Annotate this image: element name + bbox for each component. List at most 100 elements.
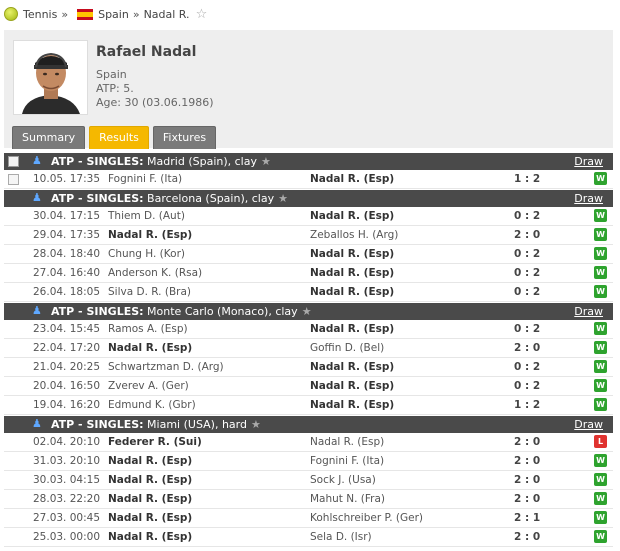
home-player: Chung H. (Kor) [108,248,185,260]
home-player: Nadal R. (Esp) [108,229,193,241]
match-score: 0 : 2 [514,248,541,260]
match-row[interactable]: 27.03. 00:45 Nadal R. (Esp) Kohlschreiber … [4,509,613,528]
home-player: Fognini F. (Ita) [108,173,183,185]
match-time: 28.03. 22:20 [33,493,100,505]
tournament-name: Miami (USA), hard [147,418,247,431]
away-player: Sela D. (Isr) [310,531,372,543]
match-row[interactable]: 27.04. 16:40 Anderson K. (Rsa) Nadal R. (E… [4,264,613,283]
match-time: 02.04. 20:10 [33,436,100,448]
match-row[interactable]: 10.05. 17:35 Fognini F. (Ita) Nadal R. (Es… [4,170,613,189]
match-row[interactable]: 02.04. 20:10 Federer R. (Sui) Nadal R. (Es… [4,433,613,452]
away-player: Nadal R. (Esp) [310,380,395,392]
tournament-header: ♟ ATP - SINGLES: Madrid (Spain), clay ★ Dra… [4,153,613,170]
tournament-title: ATP - SINGLES: Madrid (Spain), clay ★ [51,155,271,168]
tournament-header: ♟ ATP - SINGLES: Barcelona (Spain), clay ★… [4,190,613,207]
favorite-star-icon[interactable]: ★ [261,155,271,168]
match-score: 1 : 2 [514,173,541,185]
win-badge: W [594,247,607,260]
tournament-title: ATP - SINGLES: Barcelona (Spain), clay ★ [51,192,288,205]
match-row[interactable]: 26.04. 18:05 Silva D. R. (Bra) Nadal R. (E… [4,283,613,302]
favorite-star-icon[interactable]: ★ [302,305,312,318]
breadcrumb: Tennis » Spain » Nadal R. ☆ [4,4,207,24]
match-time: 19.04. 16:20 [33,399,100,411]
away-player: Fognini F. (Ita) [310,455,385,467]
tab-results[interactable]: Results [89,126,149,149]
tab-fixtures[interactable]: Fixtures [152,126,217,149]
match-score: 2 : 0 [514,342,541,354]
match-score: 0 : 2 [514,323,541,335]
tennis-ball-icon [4,7,18,21]
match-row[interactable]: 31.03. 20:10 Nadal R. (Esp) Fognini F. (It… [4,452,613,471]
match-score: 0 : 2 [514,286,541,298]
match-row[interactable]: 23.04. 15:45 Ramos A. (Esp) Nadal R. (Esp)… [4,320,613,339]
breadcrumb-country[interactable]: Spain [98,8,129,21]
match-row[interactable]: 29.04. 17:35 Nadal R. (Esp) Zeballos H. (A… [4,226,613,245]
match-score: 0 : 2 [514,267,541,279]
match-score: 1 : 2 [514,399,541,411]
away-player: Nadal R. (Esp) [310,248,395,260]
away-player: Kohlschreiber P. (Ger) [310,512,423,524]
tournament-category: ATP - SINGLES: [51,418,144,431]
match-score: 2 : 0 [514,436,541,448]
match-row[interactable]: 28.04. 18:40 Chung H. (Kor) Nadal R. (Esp)… [4,245,613,264]
draw-link[interactable]: Draw [574,418,603,431]
tournament-title: ATP - SINGLES: Monte Carlo (Monaco), cla… [51,305,312,318]
match-score: 0 : 2 [514,210,541,222]
match-row[interactable]: 19.04. 16:20 Edmund K. (Gbr) Nadal R. (Esp… [4,396,613,415]
win-badge: W [594,379,607,392]
draw-link[interactable]: Draw [574,155,603,168]
match-time: 30.03. 04:15 [33,474,100,486]
away-player: Zeballos H. (Arg) [310,229,399,241]
match-score: 2 : 0 [514,229,541,241]
win-badge: W [594,172,607,185]
breadcrumb-separator: » [61,7,69,21]
match-row[interactable]: 30.03. 04:15 Nadal R. (Esp) Sock J. (Usa) 2… [4,471,613,490]
match-row[interactable]: 25.03. 00:00 Nadal R. (Esp) Sela D. (Isr) 2… [4,528,613,547]
match-checkbox[interactable] [8,174,19,185]
away-player: Nadal R. (Esp) [310,267,395,279]
draw-link[interactable]: Draw [574,192,603,205]
match-time: 29.04. 17:35 [33,229,100,241]
tournament-header: ♟ ATP - SINGLES: Miami (USA), hard ★ Draw [4,416,613,433]
pin-icon[interactable]: ♟ [32,154,42,167]
match-row[interactable]: 30.04. 17:15 Thiem D. (Aut) Nadal R. (Esp)… [4,207,613,226]
away-player: Sock J. (Usa) [310,474,376,486]
favorite-star-icon[interactable]: ★ [278,192,288,205]
win-badge: W [594,285,607,298]
home-player: Nadal R. (Esp) [108,531,193,543]
match-time: 27.03. 00:45 [33,512,100,524]
tournament-name: Monte Carlo (Monaco), clay [147,305,298,318]
player-ranking: ATP: 5. [96,82,134,95]
away-player: Nadal R. (Esp) [310,436,385,448]
favorite-star-icon[interactable]: ★ [251,418,261,431]
tournament-category: ATP - SINGLES: [51,155,144,168]
match-row[interactable]: 21.04. 20:25 Schwartzman D. (Arg) Nadal R.… [4,358,613,377]
match-time: 31.03. 20:10 [33,455,100,467]
match-row[interactable]: 22.04. 17:20 Nadal R. (Esp) Goffin D. (Bel… [4,339,613,358]
tournament-category: ATP - SINGLES: [51,192,144,205]
breadcrumb-sport[interactable]: Tennis [23,8,57,21]
match-score: 2 : 1 [514,512,541,524]
breadcrumb-player: Nadal R. [143,7,190,21]
favorite-star-icon[interactable]: ☆ [196,7,208,22]
match-time: 21.04. 20:25 [33,361,100,373]
away-player: Goffin D. (Bel) [310,342,385,354]
tab-summary[interactable]: Summary [12,126,86,149]
draw-link[interactable]: Draw [574,305,603,318]
match-row[interactable]: 20.04. 16:50 Zverev A. (Ger) Nadal R. (Esp… [4,377,613,396]
pin-icon[interactable]: ♟ [32,191,42,204]
win-badge: W [594,266,607,279]
home-player: Ramos A. (Esp) [108,323,188,335]
away-player: Nadal R. (Esp) [310,286,395,298]
home-player: Zverev A. (Ger) [108,380,189,392]
match-score: 0 : 2 [514,380,541,392]
match-score: 0 : 2 [514,361,541,373]
select-all-checkbox[interactable] [8,156,19,167]
match-row[interactable]: 28.03. 22:20 Nadal R. (Esp) Mahut N. (Fra)… [4,490,613,509]
match-time: 25.03. 00:00 [33,531,100,543]
match-score: 2 : 0 [514,531,541,543]
spain-flag-icon [77,8,94,20]
pin-icon[interactable]: ♟ [32,417,42,430]
tab-bar: Summary Results Fixtures [12,126,220,149]
pin-icon[interactable]: ♟ [32,304,42,317]
